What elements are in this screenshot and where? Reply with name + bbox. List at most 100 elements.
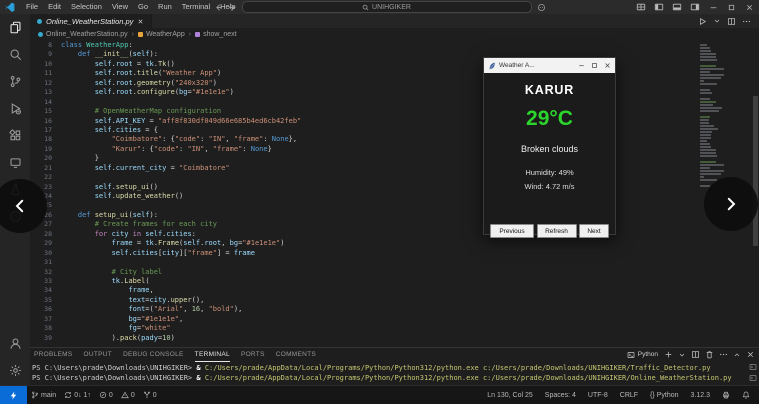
history-back-icon[interactable] (214, 3, 223, 12)
code-line[interactable]: 8class WeatherApp: (30, 41, 759, 50)
activity-account-icon[interactable] (0, 330, 30, 357)
code-line[interactable]: 24 self.update_weather() (30, 192, 759, 201)
editor-scrollbar[interactable] (753, 96, 758, 246)
code-line[interactable]: 30 self.cities[city]["frame"] = frame (30, 249, 759, 258)
activity-run-debug-icon[interactable] (0, 95, 30, 122)
status-3-12-3[interactable]: 3.12.3 (687, 392, 714, 399)
code-line[interactable]: 20 } (30, 154, 759, 163)
status-braces[interactable]: {}Python (646, 392, 682, 399)
breadcrumb-item[interactable]: WeatherApp (138, 31, 185, 38)
weather-minimize-icon[interactable] (578, 62, 585, 69)
remote-indicator[interactable] (0, 386, 27, 404)
status-utf-8[interactable]: UTF-8 (584, 392, 612, 399)
panel-tab-problems[interactable]: PROBLEMS (34, 348, 73, 362)
code-line[interactable]: 31 (30, 258, 759, 267)
menu-view[interactable]: View (107, 0, 133, 14)
activity-source-control-icon[interactable] (0, 68, 30, 95)
menu-file[interactable]: File (21, 0, 43, 14)
plus-icon[interactable] (664, 350, 673, 359)
code-line[interactable]: 16 self.API_KEY = "aff8f830df049d66e685b… (30, 117, 759, 126)
code-line[interactable]: 15 # OpenWeatherMap configuration (30, 107, 759, 116)
menu-terminal[interactable]: Terminal (177, 0, 215, 14)
code-line[interactable]: 26 def setup_ui(self): (30, 211, 759, 220)
status-sync[interactable]: 0↓ 1↑ (60, 391, 95, 399)
status-fork[interactable]: 0 (139, 391, 161, 399)
split-icon[interactable] (691, 350, 700, 359)
code-line[interactable]: 9 def __init__(self): (30, 50, 759, 59)
breadcrumb-item[interactable]: Online_WeatherStation.py (38, 31, 128, 38)
carousel-next-arrow[interactable] (704, 177, 758, 231)
code-line[interactable]: 22 (30, 173, 759, 182)
menu-go[interactable]: Go (133, 0, 153, 14)
panel-tab-ports[interactable]: PORTS (241, 348, 265, 362)
history-forward-icon[interactable] (228, 3, 237, 12)
code-line[interactable]: 11 self.root.title("Weather App") (30, 69, 759, 78)
chevron-up-icon[interactable] (733, 351, 741, 359)
code-line[interactable]: 29 frame = tk.Frame(self.root, bg="#1e1e… (30, 239, 759, 248)
code-line[interactable]: 32 # City label (30, 268, 759, 277)
breadcrumb-item[interactable]: show_next (195, 31, 236, 38)
next-button[interactable]: Next (579, 224, 609, 238)
layout-panel-icon[interactable] (669, 0, 685, 14)
more-icon[interactable] (719, 350, 728, 359)
copilot-icon[interactable] (537, 3, 546, 12)
code-line[interactable]: 35 text=city.upper(), (30, 296, 759, 305)
code-editor[interactable]: 8class WeatherApp:9 def __init__(self): 1… (30, 41, 759, 347)
code-line[interactable]: 19 "Karur": {"code": "IN", "frame": None… (30, 145, 759, 154)
terminal-shell-item[interactable]: Python (627, 351, 658, 359)
chevron-down-icon[interactable] (678, 351, 686, 359)
code-line[interactable]: 38 fg="white" (30, 324, 759, 333)
code-line[interactable]: 23 self.setup_ui() (30, 183, 759, 192)
activity-extensions-icon[interactable] (0, 122, 30, 149)
panel-tab-debug-console[interactable]: DEBUG CONSOLE (123, 348, 184, 362)
layout-customize-icon[interactable] (633, 0, 649, 14)
code-line[interactable]: 13 self.root.configure(bg="#1e1e1e") (30, 88, 759, 97)
panel-tab-output[interactable]: OUTPUT (84, 348, 113, 362)
activity-explorer-icon[interactable] (0, 14, 30, 41)
code-line[interactable]: 17 self.cities = { (30, 126, 759, 135)
status-bell[interactable] (738, 391, 754, 399)
chevron-down-icon[interactable] (713, 17, 721, 25)
weather-maximize-icon[interactable] (591, 62, 598, 69)
layout-sidebar-left-icon[interactable] (651, 0, 667, 14)
activity-settings-icon[interactable] (0, 357, 30, 384)
menu-selection[interactable]: Selection (66, 0, 107, 14)
status-crlf[interactable]: CRLF (616, 392, 642, 399)
code-line[interactable]: 25 (30, 201, 759, 210)
activity-search-icon[interactable] (0, 41, 30, 68)
tab-close-icon[interactable] (137, 18, 144, 25)
run-icon[interactable] (698, 17, 707, 26)
tab-online-weatherstation[interactable]: Online_WeatherStation.py (30, 14, 152, 28)
weather-window-titlebar[interactable]: Weather A... (484, 58, 615, 73)
weather-close-icon[interactable] (604, 62, 611, 69)
code-line[interactable]: 33 tk.Label( (30, 277, 759, 286)
search-input[interactable]: UNIHGIKER (242, 1, 532, 13)
code-line[interactable]: 34 frame, (30, 286, 759, 295)
status-error[interactable]: 0 (95, 391, 117, 399)
status-warning[interactable]: 0 (117, 391, 139, 399)
status-printer[interactable] (718, 391, 734, 399)
more-icon[interactable] (742, 17, 751, 26)
terminal-output[interactable]: PS C:\Users\prade\Downloads\UNIHGIKER> &… (32, 363, 745, 383)
code-line[interactable]: 39 ).pack(pady=10) (30, 334, 759, 343)
code-line[interactable]: 14 (30, 98, 759, 107)
code-line[interactable]: 36 font=("Arial", 16, "bold"), (30, 305, 759, 314)
code-line[interactable]: 27 # Create frames for each city (30, 220, 759, 229)
refresh-button[interactable]: Refresh (537, 224, 577, 238)
maximize-icon[interactable] (723, 0, 739, 14)
minimize-icon[interactable] (705, 0, 721, 14)
panel-tab-terminal[interactable]: TERMINAL (195, 348, 230, 362)
menu-run[interactable]: Run (153, 0, 177, 14)
status-spaces-4[interactable]: Spaces: 4 (541, 392, 580, 399)
panel-tab-comments[interactable]: COMMENTS (276, 348, 316, 362)
trash-icon[interactable] (705, 350, 714, 359)
close-icon[interactable] (746, 350, 755, 359)
status-ln-130-col-25[interactable]: Ln 130, Col 25 (483, 392, 537, 399)
previous-button[interactable]: Previous (490, 224, 534, 238)
code-line[interactable]: 18 "Coimbatore": {"code": "IN", "frame":… (30, 135, 759, 144)
code-line[interactable]: 28 for city in self.cities: (30, 230, 759, 239)
code-line[interactable]: 21 self.current_city = "Coimbatore" (30, 164, 759, 173)
close-icon[interactable] (741, 0, 757, 14)
terminal-instance-list[interactable] (749, 363, 757, 382)
code-line[interactable]: 12 self.root.geometry("240x320") (30, 79, 759, 88)
